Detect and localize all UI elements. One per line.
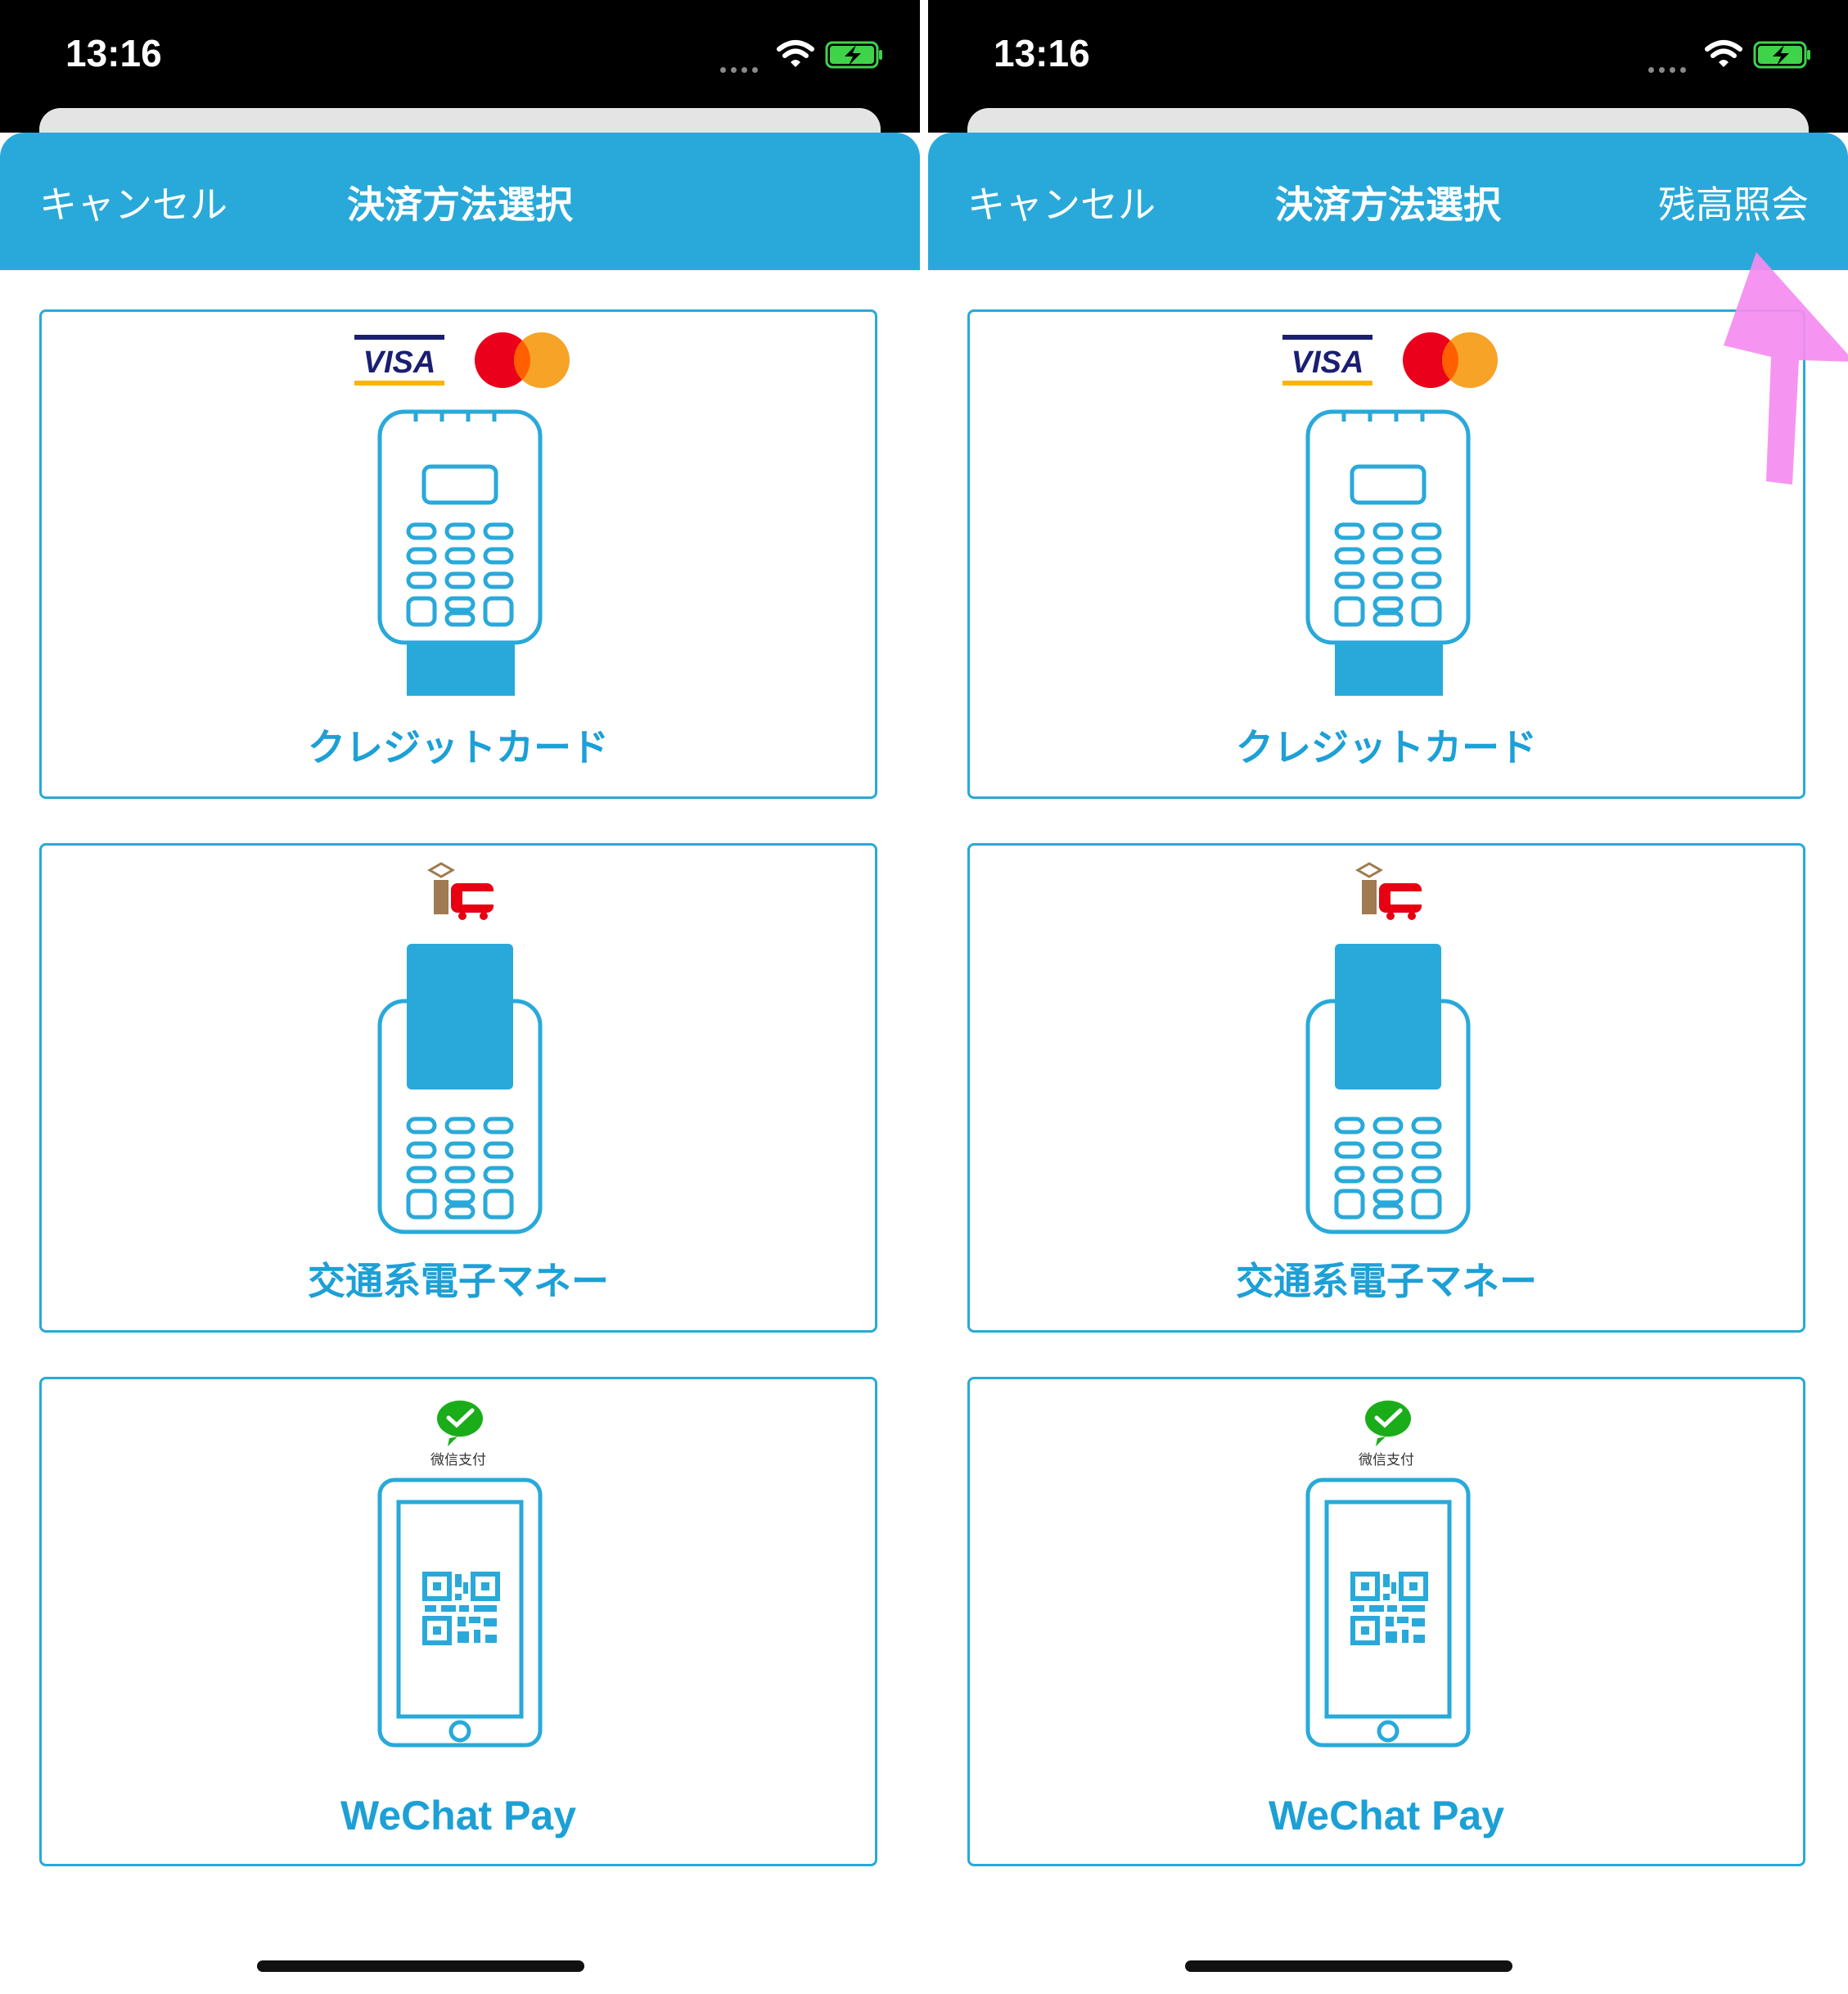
payment-option-label: WeChat Pay <box>1268 1793 1505 1838</box>
ic-card-icon <box>1335 944 1441 1089</box>
payment-option-transit-ic[interactable]: 交通系電子マネー <box>967 843 1805 1333</box>
ic-logo-icon <box>1354 862 1422 920</box>
inserted-card-icon <box>1335 643 1443 696</box>
ic-reader-illustration <box>377 862 543 1234</box>
qr-code-icon <box>1350 1572 1428 1645</box>
status-time: 13:16 <box>65 32 162 74</box>
smartphone-icon <box>1305 1477 1471 1748</box>
visa-logo-text: VISA <box>363 345 436 380</box>
payment-option-wechat-pay[interactable]: 微信支付 WeChat Pay <box>39 1377 877 1866</box>
panel-divider <box>920 0 928 270</box>
screen-after: 13:16 キャンセル 決済方法選択 残高照会 VISA クレジットカード 交通… <box>928 0 1848 1994</box>
navigation-bar: キャンセル 決済方法選択 <box>0 133 920 270</box>
wechat-pay-logo-icon <box>437 1401 483 1446</box>
screen-before: 13:16 キャンセル 決済方法選択 VISA クレジットカード 交通系電子マネ… <box>0 0 920 1994</box>
wechat-pay-logo-icon <box>1365 1401 1411 1446</box>
ic-logo-icon <box>426 862 494 920</box>
inserted-card-icon <box>407 643 515 696</box>
wechat-pay-logo-text: 微信支付 <box>1359 1452 1414 1468</box>
page-title: 決済方法選択 <box>347 183 573 227</box>
annotation-arrow-icon <box>1724 252 1848 485</box>
wifi-icon <box>777 40 814 67</box>
cellular-signal-icon <box>720 61 766 73</box>
payment-option-label: WeChat Pay <box>340 1793 577 1838</box>
payment-option-credit-card[interactable]: VISA クレジットカード <box>39 309 877 799</box>
card-reader-icon <box>377 409 543 645</box>
home-indicator <box>1185 1960 1512 1972</box>
payment-option-label: クレジットカード <box>1236 725 1537 769</box>
card-terminal-illustration: VISA <box>354 332 570 696</box>
smartphone-icon <box>377 1477 543 1748</box>
mastercard-logo-icon <box>475 332 570 388</box>
battery-charging-icon <box>825 41 882 69</box>
payment-option-label: クレジットカード <box>308 725 609 769</box>
ic-card-icon <box>407 944 513 1089</box>
wechat-pay-logo-text: 微信支付 <box>430 1452 486 1468</box>
payment-option-label: 交通系電子マネー <box>1236 1259 1537 1303</box>
payment-option-label: 交通系電子マネー <box>308 1259 609 1303</box>
payment-option-transit-ic[interactable]: 交通系電子マネー <box>39 843 877 1333</box>
payment-option-wechat-pay[interactable]: 微信支付 WeChat Pay <box>967 1377 1805 1866</box>
home-indicator <box>257 1960 584 1972</box>
visa-logo-icon: VISA <box>354 335 444 386</box>
qr-code-icon <box>422 1572 500 1645</box>
ic-reader-illustration <box>1305 862 1471 1234</box>
